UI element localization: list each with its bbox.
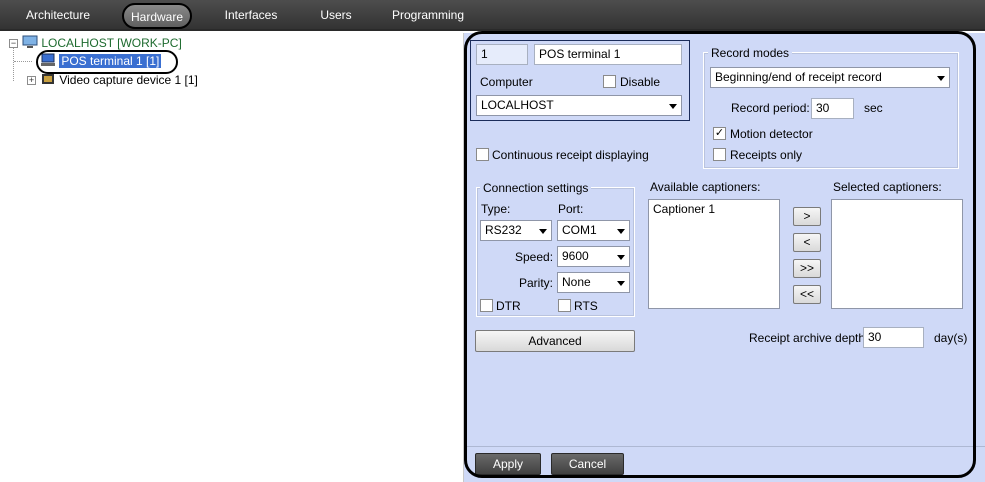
expand-icon[interactable]: + — [27, 76, 36, 85]
parity-select[interactable]: None — [557, 272, 630, 293]
record-period-input[interactable]: 30 — [811, 98, 854, 119]
computer-label: Computer — [480, 75, 533, 89]
rts-checkbox[interactable] — [558, 299, 571, 312]
tree-node-label: LOCALHOST [WORK-PC] — [41, 36, 182, 50]
highlight-ring — [36, 50, 178, 74]
receipts-only-checkbox[interactable] — [713, 148, 726, 161]
archive-depth-input[interactable]: 30 — [863, 327, 924, 348]
tab-hardware[interactable]: Hardware — [122, 3, 192, 29]
dtr-checkbox[interactable] — [480, 299, 493, 312]
remove-all-captioners-button[interactable]: << — [793, 285, 821, 304]
tree-node-localhost[interactable]: LOCALHOST [WORK-PC] — [22, 35, 182, 51]
rts-label: RTS — [574, 299, 598, 313]
tab-architecture[interactable]: Architecture — [20, 0, 96, 31]
tab-interfaces[interactable]: Interfaces — [220, 0, 282, 31]
type-select[interactable]: RS232 — [480, 220, 552, 241]
available-captioners-label: Available captioners: — [650, 180, 761, 194]
parity-label: Parity: — [519, 276, 554, 290]
dropdown-arrow-icon — [937, 76, 945, 81]
continuous-receipt-label: Continuous receipt displaying — [492, 148, 649, 162]
speed-select[interactable]: 9600 — [557, 246, 630, 267]
archive-depth-unit: day(s) — [934, 331, 968, 345]
selected-captioners-label: Selected captioners: — [833, 180, 942, 194]
object-name-field[interactable]: POS terminal 1 — [534, 44, 682, 65]
disable-checkbox[interactable] — [603, 75, 616, 88]
available-captioners-list[interactable]: Captioner 1 — [648, 199, 780, 309]
computer-select[interactable]: LOCALHOST — [476, 95, 682, 116]
parity-select-value: None — [562, 275, 591, 289]
tree-line — [14, 61, 32, 62]
selected-captioners-list[interactable] — [831, 199, 963, 309]
connection-settings-title: Connection settings — [480, 181, 592, 195]
record-mode-value: Beginning/end of receipt record — [715, 70, 882, 84]
cancel-button[interactable]: Cancel — [551, 453, 624, 475]
dropdown-arrow-icon — [539, 229, 547, 234]
add-captioner-button[interactable]: > — [793, 207, 821, 226]
type-select-value: RS232 — [485, 223, 522, 237]
tree-node-label: Video capture device 1 [1] — [59, 73, 198, 87]
list-item[interactable]: Captioner 1 — [649, 200, 779, 218]
motion-detector-label: Motion detector — [730, 127, 813, 141]
dropdown-arrow-icon — [617, 255, 625, 260]
dropdown-arrow-icon — [669, 104, 677, 109]
port-label: Port: — [558, 202, 584, 216]
type-label: Type: — [481, 202, 511, 216]
speed-label: Speed: — [515, 250, 554, 264]
dtr-label: DTR — [496, 299, 521, 313]
apply-button[interactable]: Apply — [475, 453, 541, 475]
archive-depth-label: Receipt archive depth: — [749, 331, 869, 345]
port-select[interactable]: COM1 — [557, 220, 630, 241]
tab-programming[interactable]: Programming — [392, 0, 464, 31]
speed-select-value: 9600 — [562, 249, 589, 263]
hardware-tree: − LOCALHOST [WORK-PC] POS terminal 1 [1]… — [0, 33, 464, 482]
port-select-value: COM1 — [562, 223, 597, 237]
tab-users[interactable]: Users — [315, 0, 357, 31]
tree-node-video-capture[interactable]: Video capture device 1 [1] — [40, 72, 198, 88]
computer-icon — [22, 35, 38, 48]
record-period-unit: sec — [864, 101, 883, 115]
record-period-label: Record period: — [731, 101, 810, 115]
receipts-only-label: Receipts only — [730, 148, 803, 162]
remove-captioner-button[interactable]: < — [793, 233, 821, 252]
record-mode-select[interactable]: Beginning/end of receipt record — [710, 67, 950, 88]
computer-select-value: LOCALHOST — [481, 98, 554, 112]
main-tab-bar: Architecture Hardware Interfaces Users P… — [0, 0, 985, 31]
dropdown-arrow-icon — [617, 281, 625, 286]
advanced-button[interactable]: Advanced — [475, 330, 635, 352]
continuous-receipt-checkbox[interactable] — [476, 148, 489, 161]
record-modes-title: Record modes — [708, 46, 793, 60]
object-id-field[interactable]: 1 — [476, 44, 528, 65]
motion-detector-checkbox[interactable]: ✓ — [713, 127, 726, 140]
disable-label: Disable — [620, 75, 661, 89]
add-all-captioners-button[interactable]: >> — [793, 259, 821, 278]
bottom-button-bar — [464, 446, 985, 482]
tree-line — [13, 43, 14, 81]
dropdown-arrow-icon — [617, 229, 625, 234]
collapse-icon[interactable]: − — [9, 39, 18, 48]
video-card-icon — [42, 74, 54, 84]
